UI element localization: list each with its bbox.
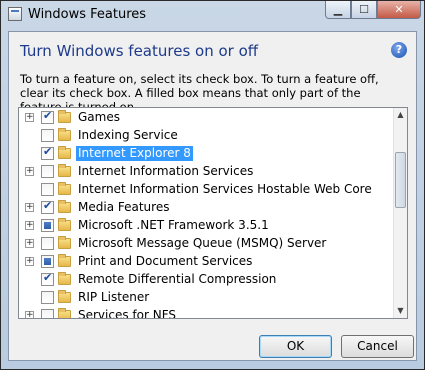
window-title: Windows Features (28, 7, 147, 22)
feature-row[interactable]: + Microsoft Message Queue (MSMQ) Server (19, 235, 396, 253)
feature-label[interactable]: Microsoft Message Queue (MSMQ) Server (76, 236, 328, 251)
help-icon[interactable]: ? (391, 42, 407, 58)
feature-label[interactable]: Games (76, 110, 122, 125)
feature-label[interactable]: Internet Information Services Hostable W… (76, 182, 374, 197)
feature-label[interactable]: Media Features (76, 200, 171, 215)
folder-icon (58, 218, 71, 231)
caption-buttons: ▁ ☐ ✕ (325, 1, 421, 21)
feature-checkbox[interactable] (41, 199, 54, 214)
cancel-button[interactable]: Cancel (341, 335, 414, 358)
expand-plus-icon[interactable]: + (25, 221, 34, 230)
folder-icon (58, 110, 71, 123)
expand-plus-icon[interactable]: + (25, 167, 34, 176)
feature-row[interactable]: Indexing Service (19, 127, 396, 145)
feature-label[interactable]: Indexing Service (76, 128, 180, 143)
feature-label[interactable]: Print and Document Services (76, 254, 254, 269)
scrollbar-thumb[interactable] (395, 152, 406, 208)
expand-plus-icon[interactable]: + (25, 113, 34, 122)
feature-row[interactable]: + Media Features (19, 199, 396, 217)
folder-icon (58, 290, 71, 303)
feature-checkbox[interactable] (41, 183, 54, 196)
feature-checkbox[interactable] (41, 219, 54, 232)
expand-plus-icon[interactable]: + (25, 311, 34, 318)
title-bar[interactable]: Windows Features ▁ ☐ ✕ (1, 1, 424, 32)
feature-row[interactable]: + Internet Information Services (19, 163, 396, 181)
vertical-scrollbar[interactable]: ▲ ▼ (393, 108, 407, 318)
folder-icon (58, 164, 71, 177)
feature-row[interactable]: + Print and Document Services (19, 253, 396, 271)
window-icon (8, 7, 22, 21)
folder-icon (58, 128, 71, 141)
folder-icon (58, 272, 71, 285)
ok-button[interactable]: OK (259, 335, 332, 358)
feature-label[interactable]: Microsoft .NET Framework 3.5.1 (76, 218, 271, 233)
expand-plus-icon[interactable]: + (25, 239, 34, 248)
folder-icon (58, 254, 71, 267)
feature-label[interactable]: Services for NFS (76, 308, 178, 318)
close-button[interactable]: ✕ (377, 1, 421, 19)
expand-plus-icon[interactable]: + (25, 203, 34, 212)
folder-icon (58, 236, 71, 249)
folder-icon (58, 200, 71, 213)
maximize-button[interactable]: ☐ (351, 1, 377, 19)
dialog-body: Turn Windows features on or off ? To tur… (8, 31, 417, 361)
feature-row[interactable]: Remote Differential Compression (19, 271, 396, 289)
feature-row[interactable]: + Services for NFS (19, 307, 396, 318)
folder-icon (58, 182, 71, 195)
feature-row[interactable]: Internet Explorer 8 (19, 145, 396, 163)
folder-icon (58, 146, 71, 159)
feature-checkbox[interactable] (41, 291, 54, 304)
feature-label[interactable]: Internet Information Services (76, 164, 255, 179)
feature-checkbox[interactable] (41, 165, 54, 178)
feature-checkbox[interactable] (41, 255, 54, 268)
feature-label[interactable]: Internet Explorer 8 (76, 146, 193, 161)
features-tree[interactable]: + Games Indexing Service Internet Explorer … (18, 107, 408, 319)
feature-checkbox[interactable] (41, 271, 54, 286)
minimize-button[interactable]: ▁ (325, 1, 351, 19)
feature-checkbox[interactable] (41, 109, 54, 124)
expand-plus-icon[interactable]: + (25, 257, 34, 266)
scroll-down-arrow-icon[interactable]: ▼ (394, 304, 407, 318)
feature-checkbox[interactable] (41, 309, 54, 318)
feature-row[interactable]: + Microsoft .NET Framework 3.5.1 (19, 217, 396, 235)
page-title: Turn Windows features on or off (20, 42, 259, 60)
feature-label[interactable]: Remote Differential Compression (76, 272, 278, 287)
feature-row[interactable]: + Games (19, 109, 396, 127)
feature-checkbox[interactable] (41, 237, 54, 250)
scroll-up-arrow-icon[interactable]: ▲ (394, 108, 407, 122)
feature-checkbox[interactable] (41, 129, 54, 142)
feature-label[interactable]: RIP Listener (76, 290, 151, 305)
windows-features-dialog: Windows Features ▁ ☐ ✕ Turn Windows feat… (0, 0, 425, 370)
feature-row[interactable]: RIP Listener (19, 289, 396, 307)
folder-icon (58, 308, 71, 318)
feature-row[interactable]: Internet Information Services Hostable W… (19, 181, 396, 199)
feature-checkbox[interactable] (41, 145, 54, 160)
